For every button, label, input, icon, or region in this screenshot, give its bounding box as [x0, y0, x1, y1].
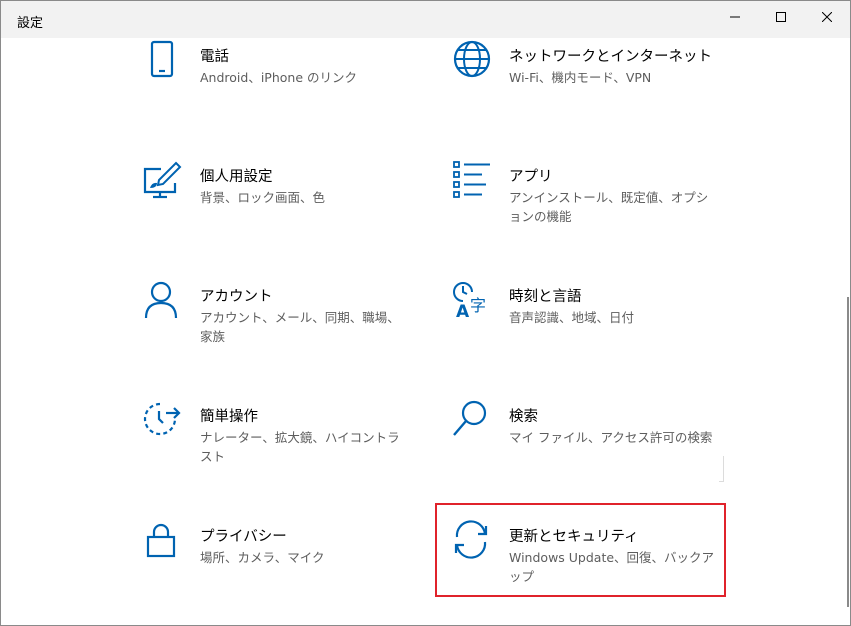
tile-ease-of-access[interactable]: 簡単操作 ナレーター、拡大鏡、ハイコントラスト: [143, 401, 433, 501]
tile-network-description: Wi-Fi、機内モード、VPN: [509, 70, 652, 85]
tile-apps[interactable]: アプリ アンインストール、既定値、オプションの機能: [452, 161, 742, 261]
tile-time-language[interactable]: A字 時刻と言語 音声認識、地域、日付: [452, 281, 742, 381]
highlight-box: [435, 503, 726, 597]
search-icon: [452, 400, 492, 441]
tile-search[interactable]: 検索 マイ ファイル、アクセス許可の検索: [452, 400, 742, 501]
time-language-icon: A字: [452, 281, 492, 322]
svg-text:字: 字: [470, 296, 486, 315]
focus-corner: [719, 456, 724, 482]
tile-apps-description: アンインストール、既定値、オプションの機能: [509, 190, 709, 224]
tile-privacy[interactable]: プライバシー 場所、カメラ、マイク: [143, 521, 433, 621]
settings-window: 設定 電話 Android、iPhone のリンク ネットワークとインターネット…: [0, 0, 851, 626]
vertical-scrollbar[interactable]: [847, 297, 849, 607]
tile-phone-description: Android、iPhone のリンク: [200, 70, 357, 85]
tile-personalization-title: 個人用設定: [200, 169, 273, 185]
tile-privacy-title: プライバシー: [200, 529, 287, 545]
maximize-button[interactable]: [758, 1, 804, 33]
tile-phone-title: 電話: [200, 49, 229, 65]
minimize-icon: [730, 12, 740, 22]
tile-personalization-description: 背景、ロック画面、色: [200, 190, 326, 205]
tile-network-title: ネットワークとインターネット: [509, 49, 712, 65]
paint-monitor-icon: [143, 161, 183, 201]
tile-search-description: マイ ファイル、アクセス許可の検索: [509, 430, 713, 445]
globe-icon: [452, 40, 492, 81]
tile-apps-title: アプリ: [509, 169, 553, 185]
tile-ease-of-access-description: ナレーター、拡大鏡、ハイコントラスト: [200, 430, 400, 464]
tile-phone[interactable]: 電話 Android、iPhone のリンク: [143, 40, 433, 141]
tile-accounts-description: アカウント、メール、同期、職場、家族: [200, 310, 400, 344]
ease-of-access-icon: [143, 401, 183, 441]
apps-list-icon: [452, 161, 492, 201]
minimize-button[interactable]: [712, 1, 758, 33]
tile-accounts-title: アカウント: [200, 289, 273, 305]
person-icon: [143, 281, 183, 321]
tile-accounts[interactable]: アカウント アカウント、メール、同期、職場、家族: [143, 281, 433, 381]
tile-personalization[interactable]: 個人用設定 背景、ロック画面、色: [143, 161, 433, 261]
tile-privacy-description: 場所、カメラ、マイク: [200, 550, 325, 565]
close-icon: [822, 12, 832, 22]
tile-network[interactable]: ネットワークとインターネット Wi-Fi、機内モード、VPN: [452, 40, 742, 141]
tile-time-language-title: 時刻と言語: [509, 289, 582, 305]
tile-ease-of-access-title: 簡単操作: [200, 409, 258, 425]
close-button[interactable]: [804, 1, 850, 33]
phone-icon: [143, 40, 183, 81]
tile-search-title: 検索: [509, 409, 538, 425]
tile-time-language-description: 音声認識、地域、日付: [509, 310, 635, 325]
window-title: 設定: [17, 16, 44, 31]
title-bar[interactable]: 設定: [1, 1, 850, 38]
maximize-icon: [776, 12, 786, 22]
settings-home-grid: 電話 Android、iPhone のリンク ネットワークとインターネット Wi…: [1, 38, 850, 625]
lock-icon: [143, 521, 183, 561]
svg-text:A: A: [456, 302, 470, 322]
